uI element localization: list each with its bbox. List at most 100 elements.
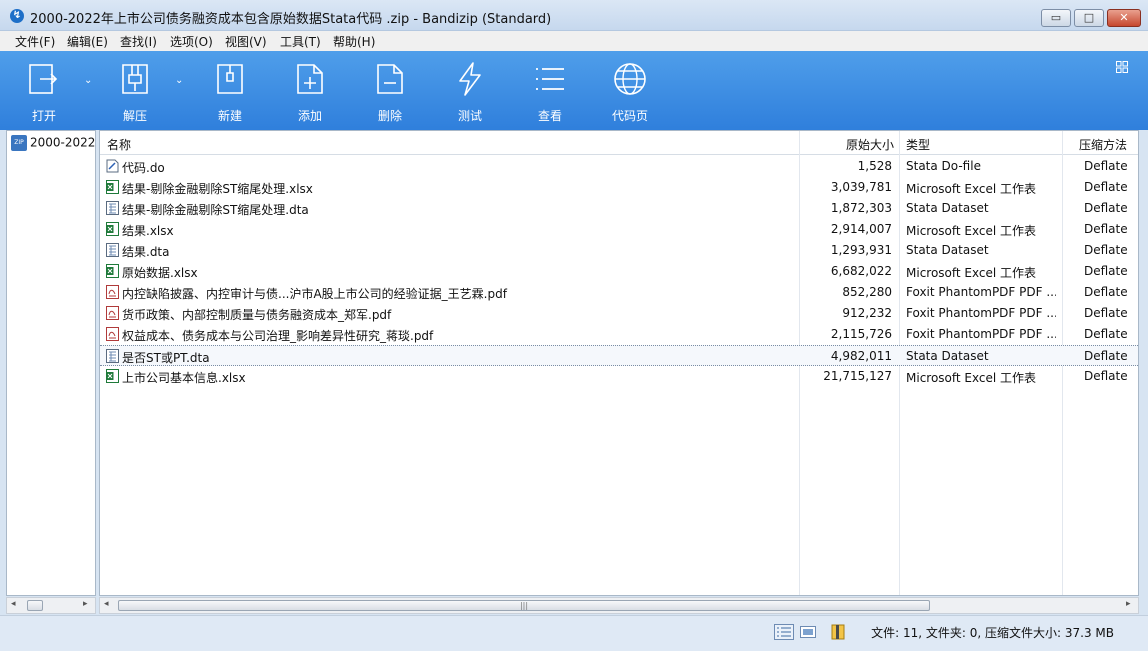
file-row[interactable]: 权益成本、债务成本与公司治理_影响差异性研究_蒋琰.pdf 2,115,726 Fo… bbox=[100, 324, 1138, 345]
file-name: 内控缺陷披露、内控审计与债...沪市A股上市公司的经验证据_王艺霖.pdf bbox=[122, 287, 507, 301]
file-type: Stata Dataset bbox=[906, 201, 989, 215]
file-row[interactable]: 货币政策、内部控制质量与债务融资成本_郑军.pdf 912,232 Foxit Ph… bbox=[100, 303, 1138, 324]
file-row[interactable]: 上市公司基本信息.xlsx 21,715,127 Microsoft Excel 工… bbox=[100, 366, 1138, 387]
column-header-row: 名称 原始大小 类型 压缩方法 bbox=[100, 131, 1138, 155]
delete-button[interactable]: 删除 bbox=[360, 51, 420, 130]
window-title: 2000-2022年上市公司债务融资成本包含原始数据Stata代码 .zip -… bbox=[30, 12, 552, 27]
column-header-type[interactable]: 类型 bbox=[906, 136, 930, 153]
file-row[interactable]: 内控缺陷披露、内控审计与债...沪市A股上市公司的经验证据_王艺霖.pdf 852… bbox=[100, 282, 1138, 303]
list-view-icon bbox=[536, 68, 564, 90]
excel-icon bbox=[106, 369, 119, 383]
title-bar: ↯ 2000-2022年上市公司债务融资成本包含原始数据Stata代码 .zip… bbox=[0, 0, 1148, 31]
file-list-horizontal-scrollbar[interactable]: ◂ ||| ▸ bbox=[99, 597, 1139, 614]
tree-root-label: 2000-2022 bbox=[30, 135, 96, 150]
add-label: 添加 bbox=[297, 109, 322, 123]
menu-edit[interactable]: 编辑(E) bbox=[67, 33, 108, 50]
new-button[interactable]: 新建 bbox=[200, 51, 260, 130]
new-archive-icon bbox=[217, 64, 243, 94]
add-button[interactable]: 添加 bbox=[280, 51, 340, 130]
file-size: 21,715,127 bbox=[823, 369, 892, 383]
archive-info-icon[interactable] bbox=[830, 624, 846, 640]
scroll-left-arrow[interactable]: ◂ bbox=[11, 599, 16, 609]
menu-file[interactable]: 文件(F) bbox=[15, 33, 55, 50]
compression-method: Deflate bbox=[1084, 349, 1128, 363]
thumbnail-view-icon[interactable] bbox=[800, 624, 816, 640]
compression-method: Deflate bbox=[1084, 285, 1128, 299]
excel-icon bbox=[106, 222, 119, 236]
file-size: 4,982,011 bbox=[830, 349, 892, 363]
compression-method: Deflate bbox=[1084, 222, 1128, 236]
pdf-icon bbox=[106, 285, 119, 299]
minimize-button[interactable]: ▭ bbox=[1041, 9, 1071, 27]
column-header-size[interactable]: 原始大小 bbox=[846, 136, 894, 153]
compression-method: Deflate bbox=[1084, 327, 1128, 341]
column-header-method[interactable]: 压缩方法 bbox=[1079, 136, 1127, 153]
codepage-label: 代码页 bbox=[611, 109, 648, 123]
file-row[interactable]: 结果-剔除金融剔除ST缩尾处理.dta 1,872,303 Stata Datase… bbox=[100, 198, 1138, 219]
file-list-pane[interactable]: 名称 原始大小 类型 压缩方法 代码.do 1,528 Stata Do-file D… bbox=[99, 130, 1139, 596]
lightning-icon bbox=[459, 62, 481, 96]
open-button[interactable]: 打开 bbox=[14, 51, 74, 130]
delete-label: 删除 bbox=[377, 109, 402, 123]
bandizip-app-icon[interactable]: ↯ bbox=[10, 9, 24, 23]
extract-icon bbox=[122, 64, 148, 94]
file-name: 结果-剔除金融剔除ST缩尾处理.xlsx bbox=[122, 182, 313, 196]
globe-icon bbox=[614, 63, 646, 95]
extract-button[interactable]: 解压 bbox=[105, 51, 165, 130]
file-size: 1,293,931 bbox=[830, 243, 892, 257]
maximize-button[interactable]: □ bbox=[1074, 9, 1104, 27]
menu-view[interactable]: 视图(V) bbox=[225, 33, 267, 50]
dta-icon bbox=[106, 349, 119, 363]
codepage-button[interactable]: 代码页 bbox=[600, 51, 660, 130]
scroll-thumb[interactable] bbox=[27, 600, 43, 611]
file-size: 2,914,007 bbox=[830, 222, 892, 236]
details-view-icon[interactable] bbox=[774, 624, 794, 640]
file-row[interactable]: 结果-剔除金融剔除ST缩尾处理.xlsx 3,039,781 Microsoft E… bbox=[100, 177, 1138, 198]
menu-find[interactable]: 查找(I) bbox=[120, 33, 157, 50]
folder-tree-pane[interactable]: ZIP 2000-2022 bbox=[6, 130, 96, 596]
file-type: Microsoft Excel 工作表 bbox=[906, 224, 1037, 238]
extract-dropdown-arrow[interactable]: ⌄ bbox=[175, 75, 183, 86]
scroll-thumb[interactable]: ||| bbox=[118, 600, 930, 611]
file-size: 1,872,303 bbox=[830, 201, 892, 215]
tree-root-item[interactable]: ZIP 2000-2022 bbox=[11, 135, 95, 153]
view-label: 查看 bbox=[537, 109, 562, 123]
open-icon bbox=[29, 64, 58, 94]
scroll-right-arrow[interactable]: ▸ bbox=[1126, 599, 1131, 609]
status-text: 文件: 11, 文件夹: 0, 压缩文件大小: 37.3 MB bbox=[871, 626, 1114, 640]
file-type: Stata Do-file bbox=[906, 159, 981, 173]
menu-help[interactable]: 帮助(H) bbox=[333, 33, 375, 50]
menu-tools[interactable]: 工具(T) bbox=[280, 33, 321, 50]
file-row[interactable]: 结果.xlsx 2,914,007 Microsoft Excel 工作表 Defla… bbox=[100, 219, 1138, 240]
close-button[interactable]: ✕ bbox=[1107, 9, 1141, 27]
status-bar: 文件: 11, 文件夹: 0, 压缩文件大小: 37.3 MB bbox=[0, 615, 1148, 651]
file-type: Foxit PhantomPDF PDF ... bbox=[906, 306, 1056, 320]
compression-method: Deflate bbox=[1084, 201, 1128, 215]
excel-icon bbox=[106, 180, 119, 194]
file-row[interactable]: 结果.dta 1,293,931 Stata Dataset Deflate bbox=[100, 240, 1138, 261]
file-name: 代码.do bbox=[122, 161, 165, 175]
menu-options[interactable]: 选项(O) bbox=[170, 33, 213, 50]
file-name: 原始数据.xlsx bbox=[122, 266, 198, 280]
view-button[interactable]: 查看 bbox=[520, 51, 580, 130]
tree-horizontal-scrollbar[interactable]: ◂ ▸ bbox=[6, 597, 96, 614]
column-header-name[interactable]: 名称 bbox=[107, 136, 131, 153]
pdf-icon bbox=[106, 327, 119, 341]
open-dropdown-arrow[interactable]: ⌄ bbox=[84, 75, 92, 86]
layout-grid-icon[interactable] bbox=[1116, 61, 1128, 73]
file-row[interactable]: 代码.do 1,528 Stata Do-file Deflate bbox=[100, 156, 1138, 177]
excel-icon bbox=[106, 264, 119, 278]
test-button[interactable]: 测试 bbox=[440, 51, 500, 130]
file-type: Microsoft Excel 工作表 bbox=[906, 182, 1037, 196]
scroll-right-arrow[interactable]: ▸ bbox=[83, 599, 88, 609]
file-size: 3,039,781 bbox=[830, 180, 892, 194]
scroll-left-arrow[interactable]: ◂ bbox=[104, 599, 109, 609]
pdf-icon bbox=[106, 306, 119, 320]
file-row[interactable]: 原始数据.xlsx 6,682,022 Microsoft Excel 工作表 Def… bbox=[100, 261, 1138, 282]
file-row[interactable]: 是否ST或PT.dta 4,982,011 Stata Dataset Deflate bbox=[100, 345, 1138, 366]
file-name: 是否ST或PT.dta bbox=[122, 351, 210, 365]
menu-bar: 文件(F) 编辑(E) 查找(I) 选项(O) 视图(V) 工具(T) 帮助(H… bbox=[0, 31, 1148, 51]
dta-icon bbox=[106, 201, 119, 215]
file-type: Stata Dataset bbox=[906, 349, 989, 363]
file-name: 货币政策、内部控制质量与债务融资成本_郑军.pdf bbox=[122, 308, 392, 322]
